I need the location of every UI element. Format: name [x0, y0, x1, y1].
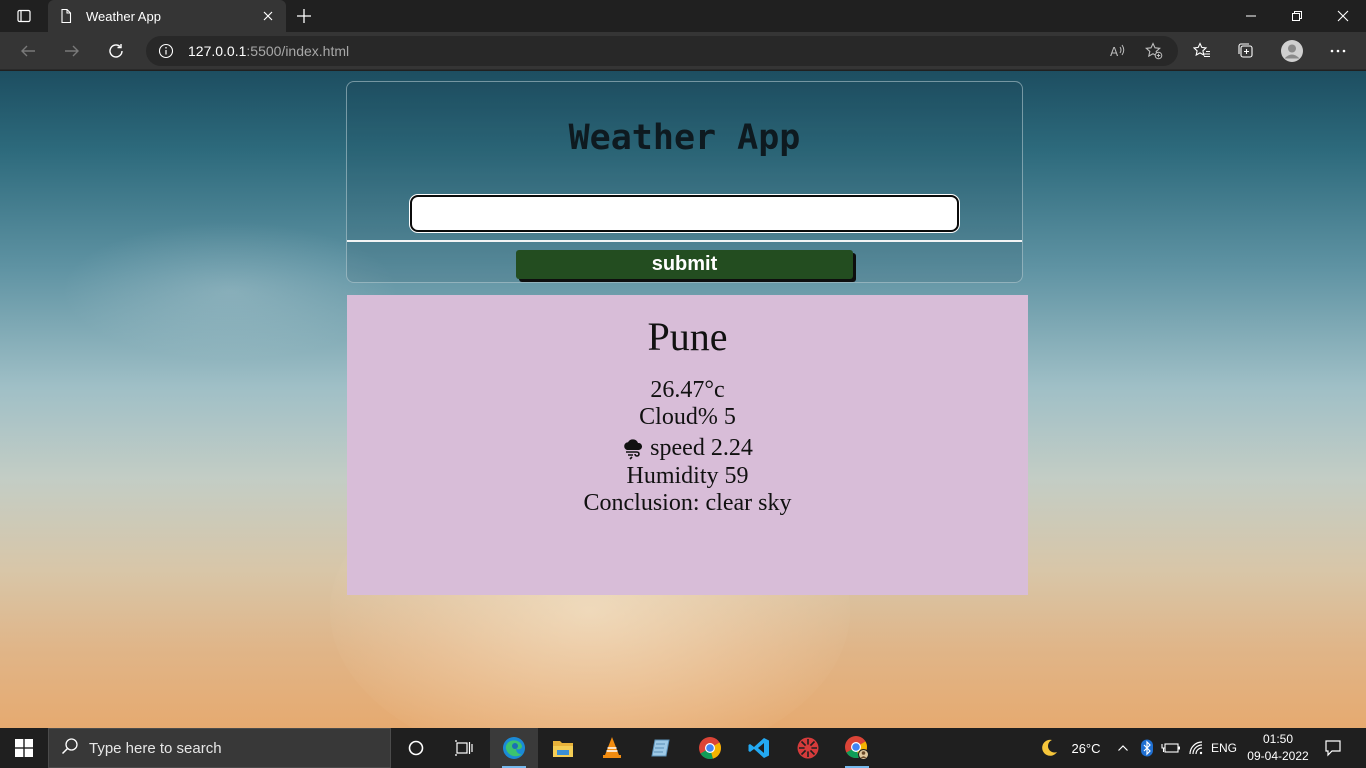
chevron-up-icon[interactable]	[1112, 728, 1134, 768]
wind-row: speed 2.24	[347, 435, 1028, 462]
taskbar-search-box[interactable]: Type here to search	[48, 728, 391, 768]
tab-title: Weather App	[86, 8, 161, 24]
bluetooth-icon[interactable]	[1137, 728, 1157, 768]
edge-icon[interactable]	[490, 728, 538, 768]
page-viewport: Weather App submit Pune 26.47°c Cloud% 5…	[0, 71, 1366, 728]
windows-taskbar: Type here to search 26°C ENG 01:50 09-04…	[0, 728, 1366, 768]
app-title: Weather App	[568, 118, 801, 158]
vlc-icon[interactable]	[588, 728, 636, 768]
clock[interactable]: 01:50 09-04-2022	[1240, 731, 1316, 765]
wind-speed-text: speed 2.24	[650, 435, 753, 461]
weather-result-panel: Pune 26.47°c Cloud% 5 speed 2.24 Humidit…	[347, 295, 1028, 595]
add-favorite-icon[interactable]	[1143, 40, 1165, 62]
back-button[interactable]	[12, 35, 44, 67]
language-text: ENG	[1210, 741, 1237, 755]
submit-button[interactable]: submit	[516, 250, 853, 279]
wind-icon	[622, 438, 644, 460]
restore-button[interactable]	[1274, 0, 1320, 32]
search-card: Weather App submit	[346, 81, 1023, 283]
browser-toolbar: 127.0.0.1:5500/index.html A	[0, 32, 1366, 70]
profile-avatar-icon[interactable]	[1276, 35, 1308, 67]
app-icon[interactable]	[784, 728, 832, 768]
favorites-icon[interactable]	[1186, 35, 1218, 67]
weather-temperature-text: 26°C	[1071, 740, 1101, 756]
notification-icon[interactable]	[1318, 728, 1348, 768]
wifi-icon[interactable]	[1185, 728, 1209, 768]
refresh-button[interactable]	[100, 35, 132, 67]
card-divider	[347, 240, 1022, 242]
clock-date: 09-04-2022	[1247, 749, 1309, 763]
city-name: Pune	[647, 314, 728, 359]
collections-icon[interactable]	[1230, 35, 1262, 67]
minimize-button[interactable]	[1228, 0, 1274, 32]
address-bar[interactable]: 127.0.0.1:5500/index.html A	[146, 36, 1178, 66]
weather-temperature[interactable]: 26°C	[1066, 728, 1106, 768]
browser-tab[interactable]: Weather App	[48, 0, 286, 32]
more-options-icon[interactable]	[1322, 35, 1354, 67]
page-icon	[58, 8, 74, 24]
close-tab-icon[interactable]	[260, 8, 276, 24]
chrome-profile-icon[interactable]	[833, 728, 881, 768]
vscode-icon[interactable]	[735, 728, 783, 768]
search-icon	[61, 737, 79, 760]
battery-icon[interactable]	[1159, 728, 1183, 768]
city-input[interactable]	[410, 195, 959, 232]
weather-moon-icon[interactable]	[1034, 728, 1064, 768]
svg-text:A: A	[1110, 45, 1119, 59]
tab-actions-icon[interactable]	[8, 4, 40, 28]
conclusion-text: Conclusion: clear sky	[583, 490, 792, 516]
language-indicator[interactable]: ENG	[1210, 728, 1238, 768]
url-text[interactable]: 127.0.0.1:5500/index.html	[188, 43, 349, 59]
clock-time: 01:50	[1262, 732, 1294, 746]
temperature-text: 26.47°c	[650, 377, 725, 403]
humidity-text: Humidity 59	[626, 463, 749, 489]
url-host: 127.0.0.1	[188, 43, 247, 59]
task-view-icon[interactable]	[440, 728, 488, 768]
cortana-icon[interactable]	[392, 728, 440, 768]
new-tab-button[interactable]	[292, 4, 316, 28]
browser-title-bar: Weather App	[0, 0, 1366, 32]
close-window-button[interactable]	[1320, 0, 1366, 32]
url-path: :5500/index.html	[246, 43, 350, 59]
start-button[interactable]	[0, 728, 48, 768]
file-explorer-icon[interactable]	[539, 728, 587, 768]
read-aloud-icon[interactable]: A	[1107, 40, 1129, 62]
forward-button[interactable]	[56, 35, 88, 67]
site-info-icon[interactable]	[158, 43, 174, 59]
notepad-icon[interactable]	[637, 728, 685, 768]
search-placeholder: Type here to search	[89, 739, 222, 757]
chrome-icon[interactable]	[686, 728, 734, 768]
cloud-text: Cloud% 5	[639, 404, 736, 430]
